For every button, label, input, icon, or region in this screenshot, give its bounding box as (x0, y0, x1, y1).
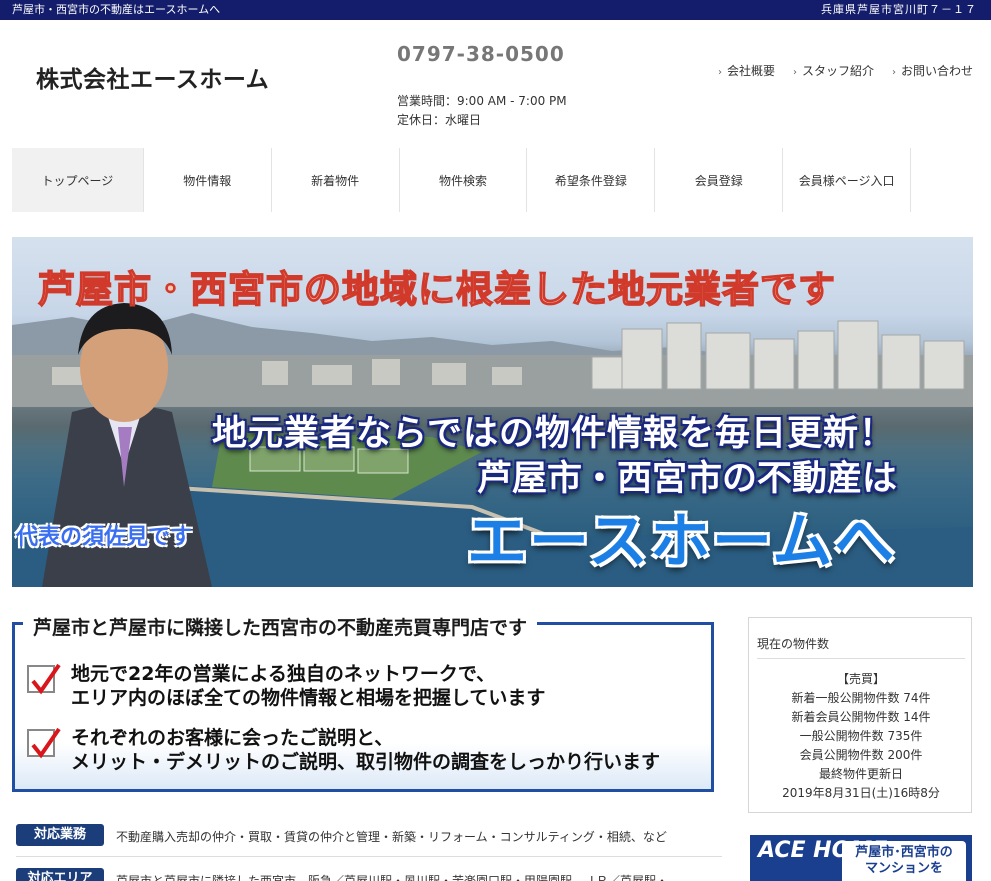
contact-link[interactable]: › お問い合わせ (892, 62, 973, 79)
nav-item-top[interactable]: トップページ (12, 148, 144, 212)
checkbox-icon (27, 663, 61, 695)
company-logo[interactable]: 株式会社エースホーム (36, 60, 269, 94)
closed-day: 定休日：水曜日 (397, 113, 482, 127)
ace-home-banner[interactable]: ACE HOME 芦屋市･西宮市の マンションを (750, 835, 972, 881)
list-item: 2019年8月31日(土)16時8分 (782, 786, 940, 800)
ace-banner-text: 芦屋市･西宮市の マンションを (842, 841, 966, 881)
ace-banner-line-1: 芦屋市･西宮市の (855, 845, 953, 860)
chevron-right-icon: › (717, 67, 722, 78)
company-profile-link[interactable]: › 会社概要 (718, 62, 775, 79)
hero-brand: エースホームへ (467, 507, 897, 577)
widget-title: 現在の物件数 (757, 637, 830, 651)
list-item: 新着会員公開物件数 14件 (791, 710, 931, 724)
nav-item-register[interactable]: 会員登録 (655, 148, 784, 212)
feature-banner: 芦屋市と芦屋市に隣接した西宮市の不動産売買専門店です 地元で22年の営業による独… (12, 613, 714, 792)
property-count-widget: 現在の物件数 【売買】 新着一般公開物件数 74件 新着会員公開物件数 14件 … (748, 617, 972, 813)
site-tagline: 芦屋市・西宮市の不動産はエースホームへ (12, 3, 221, 16)
hero-headline: 芦屋市・西宮市の地域に根差した地元業者です (37, 267, 836, 312)
header-links: › 会社概要 › スタッフ紹介 › お問い合わせ (718, 62, 973, 79)
feature-point-line-2: メリット・デメリットのご説明、取引物件の調査をしっかり行います (71, 751, 661, 773)
chevron-right-icon: › (792, 67, 797, 78)
business-tag: 対応業務 (16, 824, 104, 846)
business-text: 不動産購入売却の仲介・買取・賃貸の仲介と管理・新築・リフォーム・コンサルティング… (116, 830, 667, 844)
nav-item-search[interactable]: 物件検索 (400, 148, 528, 212)
ace-banner-line-2: マンションを (864, 861, 943, 876)
nav-item-properties[interactable]: 物件情報 (144, 148, 272, 212)
divider (757, 658, 965, 659)
area-text: 芦屋市と芦屋市に隣接した西宮市、阪急／芦屋川駅・夙川駅・苦楽園口駅・甲陽園駅、Ｊ… (116, 874, 669, 881)
chevron-right-icon: › (891, 67, 896, 78)
list-item: 【売買】 (836, 672, 885, 686)
list-item: 会員公開物件数 200件 (799, 748, 923, 762)
nav-item-new[interactable]: 新着物件 (272, 148, 400, 212)
opening-hours: 営業時間：9:00 AM - 7:00 PM (397, 94, 567, 108)
feature-point-line-1: 地元で22年の営業による独自のネットワークで、 (71, 663, 496, 685)
business-hours: 営業時間：9:00 AM - 7:00 PM 定休日：水曜日 (397, 92, 567, 130)
hero-line-2: 地元業者ならではの物件情報を毎日更新！ (212, 414, 895, 454)
list-item: 最終物件更新日 (818, 767, 903, 781)
area-tag: 対応エリア (16, 868, 104, 881)
list-item: 一般公開物件数 735件 (799, 729, 923, 743)
phone-number[interactable]: 0797-38-0500 (397, 42, 565, 66)
top-bar: 芦屋市・西宮市の不動産はエースホームへ 兵庫県芦屋市宮川町７－１７ (0, 0, 991, 20)
property-count-list: 【売買】 新着一般公開物件数 74件 新着会員公開物件数 14件 一般公開物件数… (749, 670, 973, 803)
main-nav: トップページ 物件情報 新着物件 物件検索 希望条件登録 会員登録 会員様ページ… (12, 148, 912, 212)
hero-caption: 代表の須佐見です (16, 525, 193, 550)
list-item: 新着一般公開物件数 74件 (791, 691, 931, 705)
checkbox-icon (27, 727, 61, 759)
company-address: 兵庫県芦屋市宮川町７－１７ (821, 3, 977, 16)
banner-title: 芦屋市と芦屋市に隣接した西宮市の不動産売買専門店です (25, 613, 536, 640)
feature-point-line-2: エリア内のほぼ全ての物件情報と相場を把握しています (71, 687, 546, 709)
nav-item-wish[interactable]: 希望条件登録 (527, 148, 656, 212)
hero-banner: 芦屋市・西宮市の地域に根差した地元業者です 地元業者ならではの物件情報を毎日更新… (12, 237, 973, 587)
nav-item-member[interactable]: 会員様ページ入口 (783, 148, 912, 212)
divider (16, 856, 722, 857)
feature-point-line-1: それぞれのお客様に会ったご説明と、 (71, 727, 394, 749)
staff-link[interactable]: › スタッフ紹介 (793, 62, 874, 79)
